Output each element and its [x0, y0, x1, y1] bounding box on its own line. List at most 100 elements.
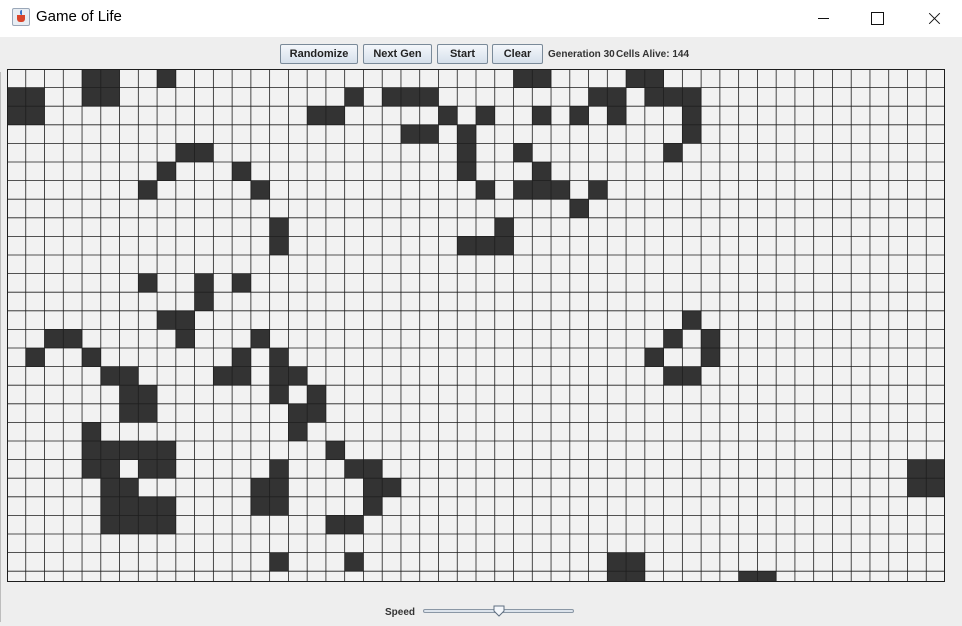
alive-cell[interactable]: [363, 496, 383, 516]
alive-cell[interactable]: [157, 496, 176, 516]
alive-cell[interactable]: [438, 106, 458, 125]
alive-cell[interactable]: [457, 124, 476, 144]
alive-cell[interactable]: [626, 552, 645, 572]
alive-cell[interactable]: [532, 69, 552, 88]
alive-cell[interactable]: [907, 478, 927, 497]
alive-cell[interactable]: [626, 571, 645, 582]
alive-cell[interactable]: [100, 478, 120, 497]
alive-cell[interactable]: [138, 180, 158, 200]
alive-cell[interactable]: [269, 348, 289, 367]
alive-cell[interactable]: [682, 124, 702, 144]
alive-cell[interactable]: [569, 199, 589, 218]
alive-cell[interactable]: [607, 552, 627, 572]
alive-cell[interactable]: [269, 496, 289, 516]
alive-cell[interactable]: [194, 143, 214, 162]
alive-cell[interactable]: [663, 329, 683, 348]
alive-cell[interactable]: [232, 348, 251, 367]
alive-cell[interactable]: [644, 69, 664, 88]
alive-cell[interactable]: [419, 124, 439, 144]
alive-cell[interactable]: [307, 106, 326, 125]
alive-cell[interactable]: [419, 87, 439, 107]
alive-cell[interactable]: [325, 515, 345, 534]
alive-cell[interactable]: [626, 69, 645, 88]
alive-cell[interactable]: [288, 403, 308, 423]
alive-cell[interactable]: [25, 106, 45, 125]
alive-cell[interactable]: [682, 310, 702, 330]
alive-cell[interactable]: [82, 422, 101, 441]
alive-cell[interactable]: [138, 515, 158, 534]
alive-cell[interactable]: [738, 571, 758, 582]
alive-cell[interactable]: [494, 236, 514, 255]
alive-cell[interactable]: [119, 441, 139, 460]
alive-cell[interactable]: [513, 143, 533, 162]
alive-cell[interactable]: [194, 292, 214, 311]
alive-cell[interactable]: [250, 180, 270, 200]
alive-cell[interactable]: [644, 87, 664, 107]
alive-cell[interactable]: [82, 348, 101, 367]
alive-cell[interactable]: [307, 403, 326, 423]
alive-cell[interactable]: [82, 87, 101, 107]
alive-cell[interactable]: [513, 180, 533, 200]
alive-cell[interactable]: [100, 366, 120, 386]
alive-cell[interactable]: [682, 106, 702, 125]
maximize-button[interactable]: [856, 0, 902, 37]
alive-cell[interactable]: [476, 236, 495, 255]
alive-cell[interactable]: [175, 310, 195, 330]
alive-cell[interactable]: [7, 87, 26, 107]
alive-cell[interactable]: [138, 385, 158, 404]
alive-cell[interactable]: [551, 180, 570, 200]
alive-cell[interactable]: [363, 478, 383, 497]
alive-cell[interactable]: [457, 236, 476, 255]
alive-cell[interactable]: [344, 515, 364, 534]
alive-cell[interactable]: [494, 217, 514, 237]
alive-cell[interactable]: [232, 273, 251, 293]
alive-cell[interactable]: [138, 273, 158, 293]
alive-cell[interactable]: [119, 496, 139, 516]
alive-cell[interactable]: [157, 515, 176, 534]
alive-cell[interactable]: [157, 310, 176, 330]
alive-cell[interactable]: [926, 478, 945, 497]
alive-cell[interactable]: [119, 403, 139, 423]
alive-cell[interactable]: [157, 441, 176, 460]
alive-cell[interactable]: [607, 106, 627, 125]
start-button[interactable]: Start: [437, 44, 488, 64]
alive-cell[interactable]: [100, 441, 120, 460]
alive-cell[interactable]: [25, 348, 45, 367]
alive-cell[interactable]: [269, 552, 289, 572]
speed-slider-thumb[interactable]: [493, 605, 505, 617]
alive-cell[interactable]: [644, 348, 664, 367]
alive-cell[interactable]: [701, 348, 720, 367]
speed-slider[interactable]: [423, 605, 575, 619]
alive-cell[interactable]: [513, 69, 533, 88]
alive-cell[interactable]: [269, 366, 289, 386]
alive-cell[interactable]: [100, 496, 120, 516]
alive-cell[interactable]: [157, 69, 176, 88]
alive-cell[interactable]: [663, 366, 683, 386]
alive-cell[interactable]: [269, 478, 289, 497]
alive-cell[interactable]: [250, 329, 270, 348]
next-gen-button[interactable]: Next Gen: [363, 44, 432, 64]
alive-cell[interactable]: [269, 385, 289, 404]
alive-cell[interactable]: [607, 571, 627, 582]
alive-cell[interactable]: [757, 571, 777, 582]
alive-cell[interactable]: [532, 106, 552, 125]
alive-cell[interactable]: [100, 69, 120, 88]
alive-cell[interactable]: [569, 106, 589, 125]
life-grid-canvas[interactable]: [7, 69, 945, 582]
alive-cell[interactable]: [138, 441, 158, 460]
alive-cell[interactable]: [82, 69, 101, 88]
alive-cell[interactable]: [232, 366, 251, 386]
alive-cell[interactable]: [63, 329, 83, 348]
alive-cell[interactable]: [250, 478, 270, 497]
alive-cell[interactable]: [307, 385, 326, 404]
alive-cell[interactable]: [476, 180, 495, 200]
alive-cell[interactable]: [288, 422, 308, 441]
alive-cell[interactable]: [100, 87, 120, 107]
alive-cell[interactable]: [607, 87, 627, 107]
alive-cell[interactable]: [269, 459, 289, 479]
alive-cell[interactable]: [100, 515, 120, 534]
alive-cell[interactable]: [476, 106, 495, 125]
alive-cell[interactable]: [382, 478, 401, 497]
alive-cell[interactable]: [250, 496, 270, 516]
life-grid[interactable]: [7, 69, 945, 582]
